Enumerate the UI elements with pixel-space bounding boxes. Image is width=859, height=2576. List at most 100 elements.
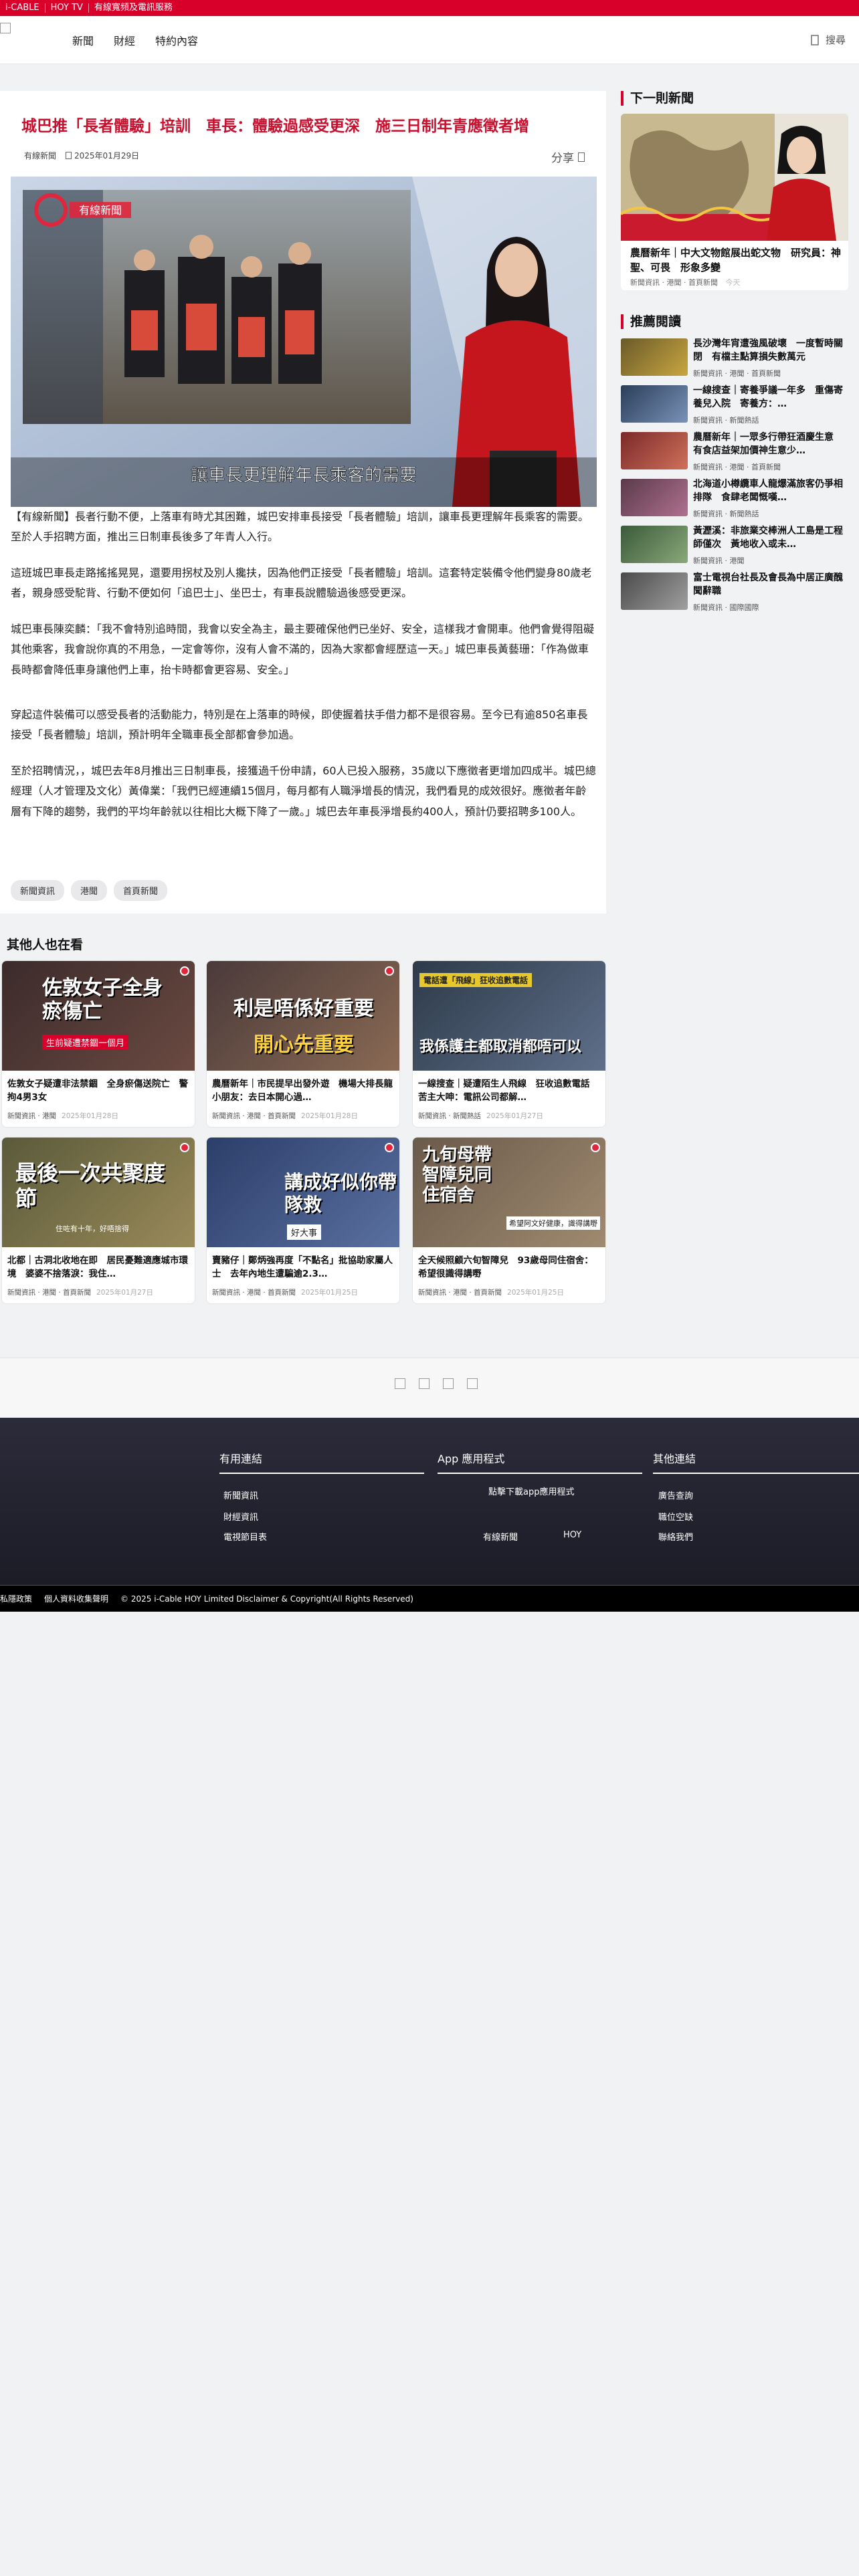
- tag-headline[interactable]: 首頁新聞: [114, 880, 168, 901]
- article-source: 有線新聞: [24, 151, 57, 160]
- nav-news[interactable]: 新聞: [72, 32, 94, 48]
- recommended-item[interactable]: 黃瀝溪：非旅業交棒洲人工島是工程師僅次 黃地收入或未… 新聞資訊 · 港聞: [621, 523, 848, 568]
- card-image-text: 九旬母帶智障兒同住宿舍: [422, 1145, 492, 1205]
- broken-image-icon[interactable]: [419, 1378, 430, 1389]
- next-news-date: 今天: [725, 278, 741, 287]
- recommended-item[interactable]: 一線搜查｜寄養爭議一年多 重傷寄養兒入院 寄養方：… 新聞資訊 · 新聞熱話: [621, 383, 848, 428]
- footer-link[interactable]: 電視節目表: [223, 1530, 267, 1543]
- news-card[interactable]: 九旬母帶智障兒同住宿舍 希望阿文好健康，識得講嘢 全天候照顧六旬智障兒 93歲母…: [412, 1137, 606, 1304]
- app-link-hoy[interactable]: HOY: [563, 1530, 581, 1540]
- privacy-policy-link[interactable]: 私隱政策: [0, 1593, 32, 1604]
- card-image-subtext: 開心先重要: [254, 1033, 354, 1057]
- recommended-item[interactable]: 富士電視台社長及會長為中居正廣醜聞辭職 新聞資訊 · 國際國際: [621, 570, 848, 615]
- article-paragraph: 穿起這件裝備可以感受長者的活動能力，特別是在上落車的時候，即使握着扶手借力都不是…: [11, 708, 588, 742]
- card-image-subtext: 電話遭「飛線」狂收追數電話: [419, 973, 533, 987]
- nav-finance[interactable]: 財經: [114, 32, 135, 48]
- next-news-heading: 下一則新聞: [621, 91, 694, 106]
- recommended-item[interactable]: 北海道小樽纜車人龍爆滿旅客仍爭相排隊 食肆老闆慨嘆… 新聞資訊 · 新聞熱話: [621, 476, 848, 522]
- hoytv-link[interactable]: HOY TV: [45, 3, 89, 13]
- broadband-link[interactable]: 有線寬頻及電訊服務: [89, 3, 178, 13]
- card-tags: 新聞資訊 · 港聞: [7, 1112, 57, 1120]
- card-date: 2025年01月28日: [62, 1112, 118, 1120]
- tag-local[interactable]: 港聞: [71, 880, 108, 901]
- news-card[interactable]: 電話遭「飛線」狂收追數電話 我係護主都取消都唔可以 一線搜查｜疑遭陌生人飛線 狂…: [412, 960, 606, 1128]
- tag-news[interactable]: 新聞資訊: [11, 880, 65, 901]
- partner-logos-row: [0, 1358, 859, 1418]
- card-tags: 新聞資訊 · 港聞 · 首頁新聞: [212, 1112, 296, 1120]
- recommended-tags: 新聞資訊 · 港聞 · 首頁新聞: [693, 463, 781, 471]
- card-title: 佐敦女子疑遭非法禁錮 全身瘀傷送院亡 警拘4男3女: [7, 1079, 188, 1103]
- footer-other-links-title: 其他連結: [653, 1450, 859, 1474]
- recommended-tags: 新聞資訊 · 新聞熱話: [693, 510, 759, 518]
- article-paragraph: 至於招聘情況，，城巴去年8月推出三日制車長，接獲過千份申請，60人已投入服務，3…: [11, 764, 596, 818]
- recommended-item[interactable]: 長沙灣年宵遭強風破壞 一度暫時關閉 有檔主點算損失數萬元 新聞資訊 · 港聞 ·…: [621, 336, 848, 381]
- video-dot-icon: [180, 966, 189, 976]
- card-image-text: 我係護主都取消都唔可以: [419, 1039, 582, 1055]
- next-news-tag-list: 新聞資訊 · 港聞 · 首頁新聞: [630, 278, 718, 287]
- nav-sponsored[interactable]: 特約內容: [155, 32, 198, 48]
- nav-links: 新聞 財經 特約內容: [72, 32, 198, 48]
- recommended-title: 農曆新年｜一眾多行帶狂酒慶生意 有食店益架加價神生意少…: [693, 432, 843, 457]
- news-card[interactable]: 佐敦女子全身瘀傷亡 生前疑遭禁錮一個月 佐敦女子疑遭非法禁錮 全身瘀傷送院亡 警…: [1, 960, 195, 1128]
- footer-link[interactable]: 新聞資訊: [223, 1489, 258, 1501]
- recommended-thumbnail: [621, 338, 688, 376]
- share-button[interactable]: 分享: [551, 148, 585, 165]
- recommended-tags: 新聞資訊 · 新聞熱話: [693, 416, 759, 425]
- footer-app-text: 點擊下載app應用程式: [488, 1487, 575, 1497]
- recommended-tags: 新聞資訊 · 國際國際: [693, 603, 759, 612]
- recommended-thumbnail: [621, 572, 688, 610]
- card-title: 北都｜古洞北收地在即 居民憂難適應城市環境 婆婆不捨落淚：我住…: [7, 1255, 188, 1280]
- search-icon: [811, 34, 819, 45]
- footer-link[interactable]: 職位空缺: [658, 1510, 693, 1523]
- news-studio-image: 有線新聞 讓車長更理解年長乘客的需要: [11, 177, 597, 507]
- footer-link[interactable]: 廣告查詢: [658, 1489, 693, 1501]
- card-date: 2025年01月25日: [301, 1289, 358, 1297]
- search-label: 搜尋: [825, 34, 846, 46]
- article-video[interactable]: 有線新聞 讓車長更理解年長乘客的需要: [11, 177, 597, 507]
- card-meta: 新聞資訊 · 港聞 · 首頁新聞 2025年01月25日: [212, 1287, 358, 1297]
- copyright-bar: 私隱政策 個人資料收集聲明 © 2025 i-Cable HOY Limited…: [0, 1585, 859, 1612]
- card-meta: 新聞資訊 · 港聞 · 首頁新聞 2025年01月27日: [7, 1287, 153, 1297]
- search-button[interactable]: 搜尋: [809, 33, 846, 47]
- video-caption: 讓車長更理解年長乘客的需要: [191, 465, 417, 486]
- card-image-subtext: 好大事: [287, 1224, 322, 1240]
- share-label: 分享: [551, 152, 574, 165]
- article-meta: 有線新聞 2025年01月29日: [24, 150, 139, 161]
- recommended-title: 北海道小樽纜車人龍爆滿旅客仍爭相排隊 食肆老闆慨嘆…: [693, 479, 843, 504]
- news-card[interactable]: 最後一次共聚度節 住咗有十年，好唔捨得 北都｜古洞北收地在即 居民憂難適應城市環…: [1, 1137, 195, 1304]
- recommended-title: 一線搜查｜寄養爭議一年多 重傷寄養兒入院 寄養方：…: [693, 385, 843, 410]
- footer-link[interactable]: 聯絡我們: [658, 1530, 693, 1543]
- icable-link[interactable]: i-CABLE: [0, 3, 45, 13]
- card-image-text: 佐敦女子全身瘀傷亡: [42, 976, 163, 1023]
- card-tags: 新聞資訊 · 港聞 · 首頁新聞: [418, 1289, 502, 1297]
- video-dot-icon: [385, 966, 394, 976]
- card-tags: 新聞資訊 · 港聞 · 首頁新聞: [212, 1289, 296, 1297]
- broken-image-icon[interactable]: [467, 1378, 478, 1389]
- recommended-item[interactable]: 農曆新年｜一眾多行帶狂酒慶生意 有食店益架加價神生意少… 新聞資訊 · 港聞 ·…: [621, 429, 848, 475]
- site-logo[interactable]: [0, 23, 13, 36]
- broken-image-icon[interactable]: [395, 1378, 405, 1389]
- footer-link[interactable]: 財經資訊: [223, 1510, 258, 1523]
- footer-app-title: App 應用程式: [438, 1450, 642, 1474]
- article-paragraph: 【有線新聞】長者行動不便，上落車有時尤其困難，城巴安排車長接受「長者體驗」培訓，…: [11, 510, 589, 544]
- news-card[interactable]: 講成好似你帶隊救 好大事 賣豬仔｜鄭炳強再度「不點名」批協助家屬人士 去年內地生…: [206, 1137, 400, 1304]
- card-image-text: 利是唔係好重要: [233, 997, 374, 1021]
- news-card[interactable]: 利是唔係好重要 開心先重要 農曆新年｜市民提早出發外遊 機場大排長龍 小朋友：去…: [206, 960, 400, 1128]
- card-tags: 新聞資訊 · 新聞熱話: [418, 1112, 482, 1120]
- app-link-cable-news[interactable]: 有線新聞: [483, 1530, 518, 1543]
- recommended-thumbnail: [621, 479, 688, 516]
- card-meta: 新聞資訊 · 港聞 · 首頁新聞 2025年01月25日: [418, 1287, 564, 1297]
- pics-link[interactable]: 個人資料收集聲明: [44, 1593, 108, 1604]
- copyright-text: © 2025 i-Cable HOY Limited Disclaimer & …: [120, 1594, 413, 1604]
- recommended-tags: 新聞資訊 · 港聞 · 首頁新聞: [693, 369, 781, 378]
- card-title: 一線搜查｜疑遭陌生人飛線 狂收追數電話 苦主大呻：電訊公司都解…: [418, 1079, 599, 1103]
- next-news-title: 農曆新年｜中大文物館展出蛇文物 研究員：神聖、可畏 形象多變: [630, 247, 842, 274]
- card-image: 講成好似你帶隊救 好大事: [207, 1138, 399, 1247]
- article-paragraph: 城巴車長陳奕麟：「我不會特別追時間，我會以安全為主，最主要確保他們已坐好、安全，…: [11, 623, 595, 676]
- card-date: 2025年01月27日: [486, 1112, 543, 1120]
- recommended-list: 長沙灣年宵遭強風破壞 一度暫時關閉 有檔主點算損失數萬元 新聞資訊 · 港聞 ·…: [621, 336, 848, 617]
- next-news-card[interactable]: 農曆新年｜中大文物館展出蛇文物 研究員：神聖、可畏 形象多變 新聞資訊 · 港聞…: [621, 114, 848, 290]
- broken-image-icon[interactable]: [443, 1378, 454, 1389]
- others-watching-heading: 其他人也在看: [7, 938, 84, 952]
- card-date: 2025年01月28日: [301, 1112, 358, 1120]
